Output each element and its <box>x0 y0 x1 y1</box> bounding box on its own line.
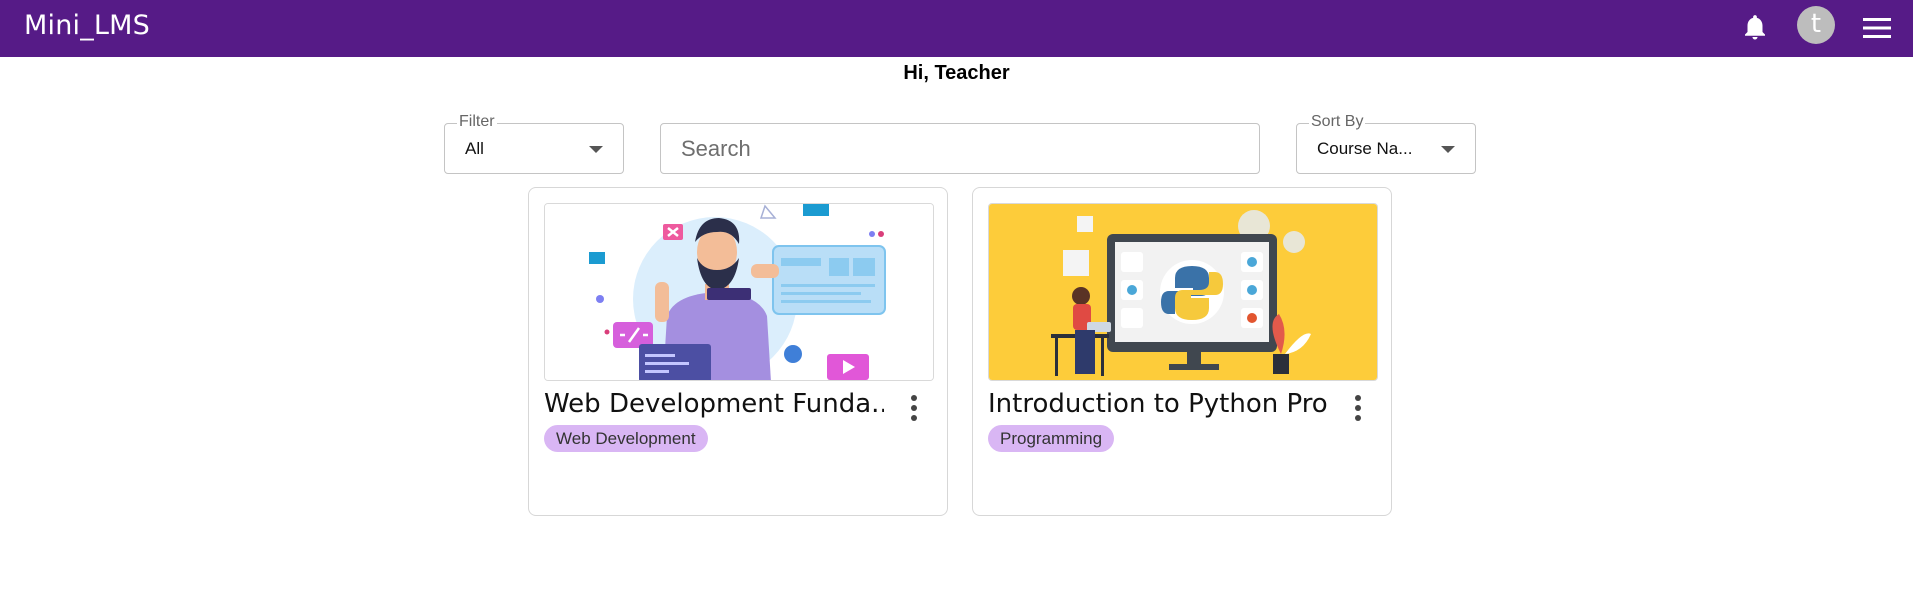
avatar[interactable]: t <box>1797 6 1835 44</box>
web-design-illustration-icon <box>545 204 933 380</box>
course-card[interactable]: Introduction to Python Pro... Programmin… <box>972 187 1392 516</box>
course-category-tag: Web Development <box>544 425 708 452</box>
search-input[interactable] <box>660 123 1260 174</box>
more-vertical-icon[interactable] <box>904 393 924 423</box>
caret-down-icon <box>1441 146 1455 153</box>
course-image <box>544 203 934 381</box>
greeting: Hi, Teacher <box>903 62 1010 84</box>
more-vertical-icon[interactable] <box>1348 393 1368 423</box>
python-monitor-illustration-icon <box>989 204 1377 380</box>
app-bar: Mini_LMS t <box>0 0 1913 57</box>
filter-label: Filter <box>457 113 497 131</box>
sort-select[interactable]: Sort By Course Na... <box>1296 113 1476 174</box>
filter-value: All <box>465 139 484 158</box>
course-category-tag: Programming <box>988 425 1115 452</box>
sort-label: Sort By <box>1309 113 1366 131</box>
course-card[interactable]: Web Development Funda... Web Development <box>528 187 948 516</box>
caret-down-icon <box>589 146 603 153</box>
sort-value: Course Na... <box>1317 139 1413 158</box>
course-title[interactable]: Introduction to Python Pro... <box>988 389 1328 419</box>
filter-select[interactable]: Filter All <box>444 113 624 174</box>
hamburger-icon[interactable] <box>1862 14 1892 42</box>
course-title[interactable]: Web Development Funda... <box>544 389 884 419</box>
bell-icon[interactable] <box>1740 12 1770 42</box>
app-title[interactable]: Mini_LMS <box>24 10 150 41</box>
course-image <box>988 203 1378 381</box>
